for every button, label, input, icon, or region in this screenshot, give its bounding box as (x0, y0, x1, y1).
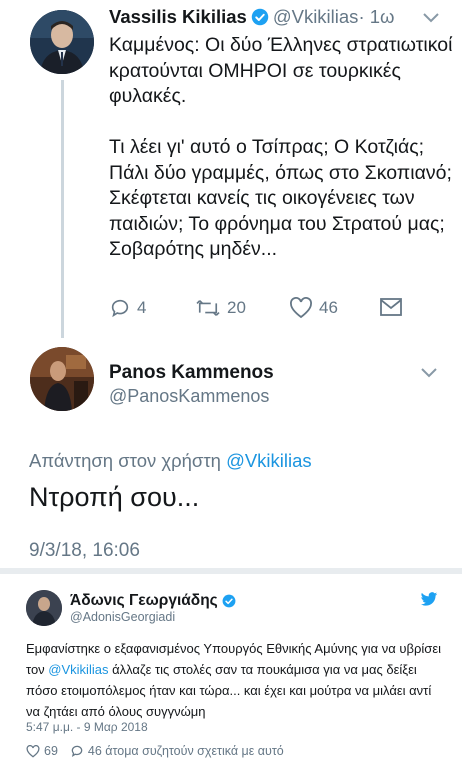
avatar-portrait-icon (26, 590, 62, 626)
tweet2-text: Ντροπή σου... (29, 482, 200, 512)
embed-actions: 69 46 άτομα συζητούν σχετικά με αυτό (26, 744, 284, 758)
tweet1-header: Vassilis Kikilias @Vkikilias· 1ω (109, 6, 394, 31)
heart-icon (290, 297, 312, 319)
thread-card: Vassilis Kikilias @Vkikilias· 1ω Καμμένος… (0, 0, 462, 568)
embed-mention-link[interactable]: @Vkikilias (48, 662, 108, 677)
reply-icon (111, 299, 129, 318)
verified-badge-icon (222, 594, 236, 613)
reply-prefix: Απάντηση στον χρήστη (29, 450, 227, 471)
direct-message-button[interactable] (379, 297, 403, 317)
reply-count: 4 (137, 298, 147, 317)
retweet-count: 20 (227, 298, 246, 317)
reply-context: Απάντηση στον χρήστη @Vkikilias (29, 450, 312, 472)
avatar[interactable] (30, 347, 94, 411)
avatar[interactable] (26, 590, 62, 626)
verified-badge-icon (251, 8, 269, 31)
embed-like-count: 69 (44, 744, 58, 758)
tweet1-timestamp[interactable]: · 1ω (358, 6, 394, 27)
retweet-icon (196, 300, 220, 316)
embedded-tweet: Άδωνις Γεωργιάδης @AdonisGeorgiadi Εμφαν… (16, 574, 448, 765)
like-count: 46 (319, 298, 338, 317)
thread-connector (61, 80, 64, 338)
retweet-button[interactable]: 20 (195, 297, 246, 319)
like-button[interactable]: 46 (289, 297, 338, 319)
tweet2-author-handle[interactable]: @PanosKammenos (109, 386, 269, 407)
twitter-bird-icon[interactable] (420, 592, 438, 607)
tweet1-author-name[interactable]: Vassilis Kikilias (109, 6, 247, 27)
reply-mention-link[interactable]: @Vkikilias (226, 450, 312, 471)
tweet1-author-handle[interactable]: @Vkikilias (273, 6, 359, 27)
embed-author-name-text: Άδωνις Γεωργιάδης (70, 592, 218, 609)
avatar[interactable] (30, 10, 94, 74)
chevron-down-icon[interactable] (422, 12, 440, 24)
tweet1-actions: 4 20 46 (109, 297, 449, 321)
embed-author-handle[interactable]: @AdonisGeorgiadi (70, 610, 175, 624)
reply-icon[interactable] (70, 744, 84, 758)
chevron-down-icon[interactable] (420, 367, 438, 379)
mail-icon (380, 298, 402, 316)
tweet2-author-name[interactable]: Panos Kammenos (109, 362, 274, 384)
tweet1-text: Καμμένος: Οι δύο Έλληνες στρατιωτικοί κρ… (109, 34, 453, 260)
embed-discussion-link[interactable]: 46 άτομα συζητούν σχετικά με αυτό (88, 744, 284, 758)
avatar-portrait-icon (30, 347, 94, 411)
avatar-portrait-icon (30, 10, 94, 74)
embed-text: Εμφανίστηκε ο εξαφανισμένος Υπουργός Εθν… (26, 638, 446, 722)
tweet2-date[interactable]: 9/3/18, 16:06 (29, 540, 140, 562)
reply-button[interactable]: 4 (109, 297, 146, 319)
heart-icon[interactable] (26, 744, 40, 758)
embed-timestamp[interactable]: 5:47 μ.μ. - 9 Μαρ 2018 (26, 720, 148, 734)
